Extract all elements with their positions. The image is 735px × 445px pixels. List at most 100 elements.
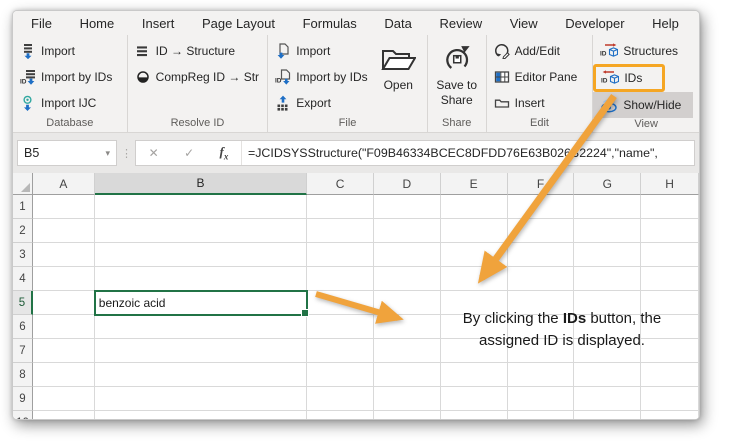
menu-tab-help[interactable]: Help	[652, 16, 679, 31]
cell-B2[interactable]	[95, 219, 307, 243]
row-header-1[interactable]: 1	[13, 195, 33, 219]
cell-A2[interactable]	[33, 219, 95, 243]
cell-F9[interactable]	[508, 387, 575, 411]
cell-B10[interactable]	[95, 411, 307, 420]
menu-tab-developer[interactable]: Developer	[565, 16, 624, 31]
row-header-6[interactable]: 6	[13, 315, 33, 339]
row-header-7[interactable]: 7	[13, 339, 33, 363]
cell-E2[interactable]	[441, 219, 508, 243]
cell-H10[interactable]	[641, 411, 699, 420]
column-header-G[interactable]: G	[574, 173, 641, 195]
cell-E1[interactable]	[441, 195, 508, 219]
cell-H2[interactable]	[641, 219, 699, 243]
cell-H8[interactable]	[641, 363, 699, 387]
menu-tab-formulas[interactable]: Formulas	[303, 16, 357, 31]
id-to-structure-button[interactable]: ID → Structure	[128, 38, 263, 64]
cell-B4[interactable]	[95, 267, 307, 291]
row-header-10[interactable]: 10	[13, 411, 33, 420]
cell-C10[interactable]	[307, 411, 374, 420]
cell-C8[interactable]	[307, 363, 374, 387]
cell-G10[interactable]	[574, 411, 641, 420]
ids-button[interactable]: ID IDs	[593, 64, 665, 92]
show-hide-button[interactable]: Show/Hide	[593, 92, 693, 118]
file-import-by-ids-button[interactable]: ID Import by IDs	[268, 64, 372, 90]
menu-tab-file[interactable]: File	[31, 16, 52, 31]
cell-G3[interactable]	[574, 243, 641, 267]
column-header-B[interactable]: B	[95, 173, 307, 195]
cell-F1[interactable]	[508, 195, 575, 219]
cell-G1[interactable]	[574, 195, 641, 219]
cell-F10[interactable]	[508, 411, 575, 420]
menu-tab-page-layout[interactable]: Page Layout	[202, 16, 275, 31]
cell-A1[interactable]	[33, 195, 95, 219]
cell-A10[interactable]	[33, 411, 95, 420]
row-header-4[interactable]: 4	[13, 267, 33, 291]
cell-B1[interactable]	[95, 195, 307, 219]
cell-G4[interactable]	[574, 267, 641, 291]
cell-D4[interactable]	[374, 267, 441, 291]
cell-C9[interactable]	[307, 387, 374, 411]
export-button[interactable]: Export	[268, 90, 372, 116]
cell-B6[interactable]	[95, 315, 307, 339]
cell-B8[interactable]	[95, 363, 307, 387]
cell-D3[interactable]	[374, 243, 441, 267]
cell-A6[interactable]	[33, 315, 95, 339]
cell-F8[interactable]	[508, 363, 575, 387]
insert-function-icon[interactable]: fx	[219, 144, 228, 162]
cell-A7[interactable]	[33, 339, 95, 363]
column-header-F[interactable]: F	[508, 173, 575, 195]
cell-C1[interactable]	[307, 195, 374, 219]
cell-B7[interactable]	[95, 339, 307, 363]
cell-A8[interactable]	[33, 363, 95, 387]
cell-E3[interactable]	[441, 243, 508, 267]
open-button[interactable]: Open	[372, 38, 424, 117]
insert-button[interactable]: Insert	[487, 90, 582, 116]
cell-G8[interactable]	[574, 363, 641, 387]
editor-pane-button[interactable]: Editor Pane	[487, 64, 582, 90]
compreg-id-to-str-button[interactable]: CompReg ID → Str	[128, 64, 263, 90]
file-import-button[interactable]: Import	[268, 38, 372, 64]
menu-tab-view[interactable]: View	[510, 16, 538, 31]
cell-D10[interactable]	[374, 411, 441, 420]
menu-tab-review[interactable]: Review	[439, 16, 482, 31]
formula-input[interactable]: =JCIDSYSStructure("F09B46334BCEC8DFDD76E…	[242, 141, 694, 165]
cell-G2[interactable]	[574, 219, 641, 243]
cell-C6[interactable]	[307, 315, 374, 339]
cell-G9[interactable]	[574, 387, 641, 411]
column-header-A[interactable]: A	[33, 173, 95, 195]
cell-E8[interactable]	[441, 363, 508, 387]
row-header-2[interactable]: 2	[13, 219, 33, 243]
import-ijc-button[interactable]: Import IJC	[13, 90, 116, 116]
structures-button[interactable]: ID Structures	[593, 38, 699, 64]
cell-H3[interactable]	[641, 243, 699, 267]
column-header-E[interactable]: E	[441, 173, 508, 195]
cell-F2[interactable]	[508, 219, 575, 243]
row-header-5[interactable]: 5	[13, 291, 33, 315]
enter-formula-icon[interactable]: ✓	[184, 146, 194, 160]
cell-B5[interactable]: benzoic acid	[95, 291, 307, 315]
database-import-by-ids-button[interactable]: ID Import by IDs	[13, 64, 116, 90]
cell-D9[interactable]	[374, 387, 441, 411]
cell-C5[interactable]	[307, 291, 374, 315]
cell-C7[interactable]	[307, 339, 374, 363]
cell-A3[interactable]	[33, 243, 95, 267]
cell-H9[interactable]	[641, 387, 699, 411]
cell-D8[interactable]	[374, 363, 441, 387]
name-box-dropdown-icon[interactable]: ▾	[105, 148, 110, 159]
cell-H4[interactable]	[641, 267, 699, 291]
cell-A5[interactable]	[33, 291, 95, 315]
cell-A9[interactable]	[33, 387, 95, 411]
cell-C2[interactable]	[307, 219, 374, 243]
column-header-H[interactable]: H	[641, 173, 699, 195]
cell-A4[interactable]	[33, 267, 95, 291]
row-header-3[interactable]: 3	[13, 243, 33, 267]
cell-C4[interactable]	[307, 267, 374, 291]
cell-C3[interactable]	[307, 243, 374, 267]
name-box[interactable]: B5 ▾	[17, 140, 117, 166]
add-edit-button[interactable]: Add/Edit	[487, 38, 582, 64]
menu-tab-insert[interactable]: Insert	[142, 16, 175, 31]
cell-E4[interactable]	[441, 267, 508, 291]
cell-F4[interactable]	[508, 267, 575, 291]
cell-B3[interactable]	[95, 243, 307, 267]
menu-tab-data[interactable]: Data	[384, 16, 411, 31]
